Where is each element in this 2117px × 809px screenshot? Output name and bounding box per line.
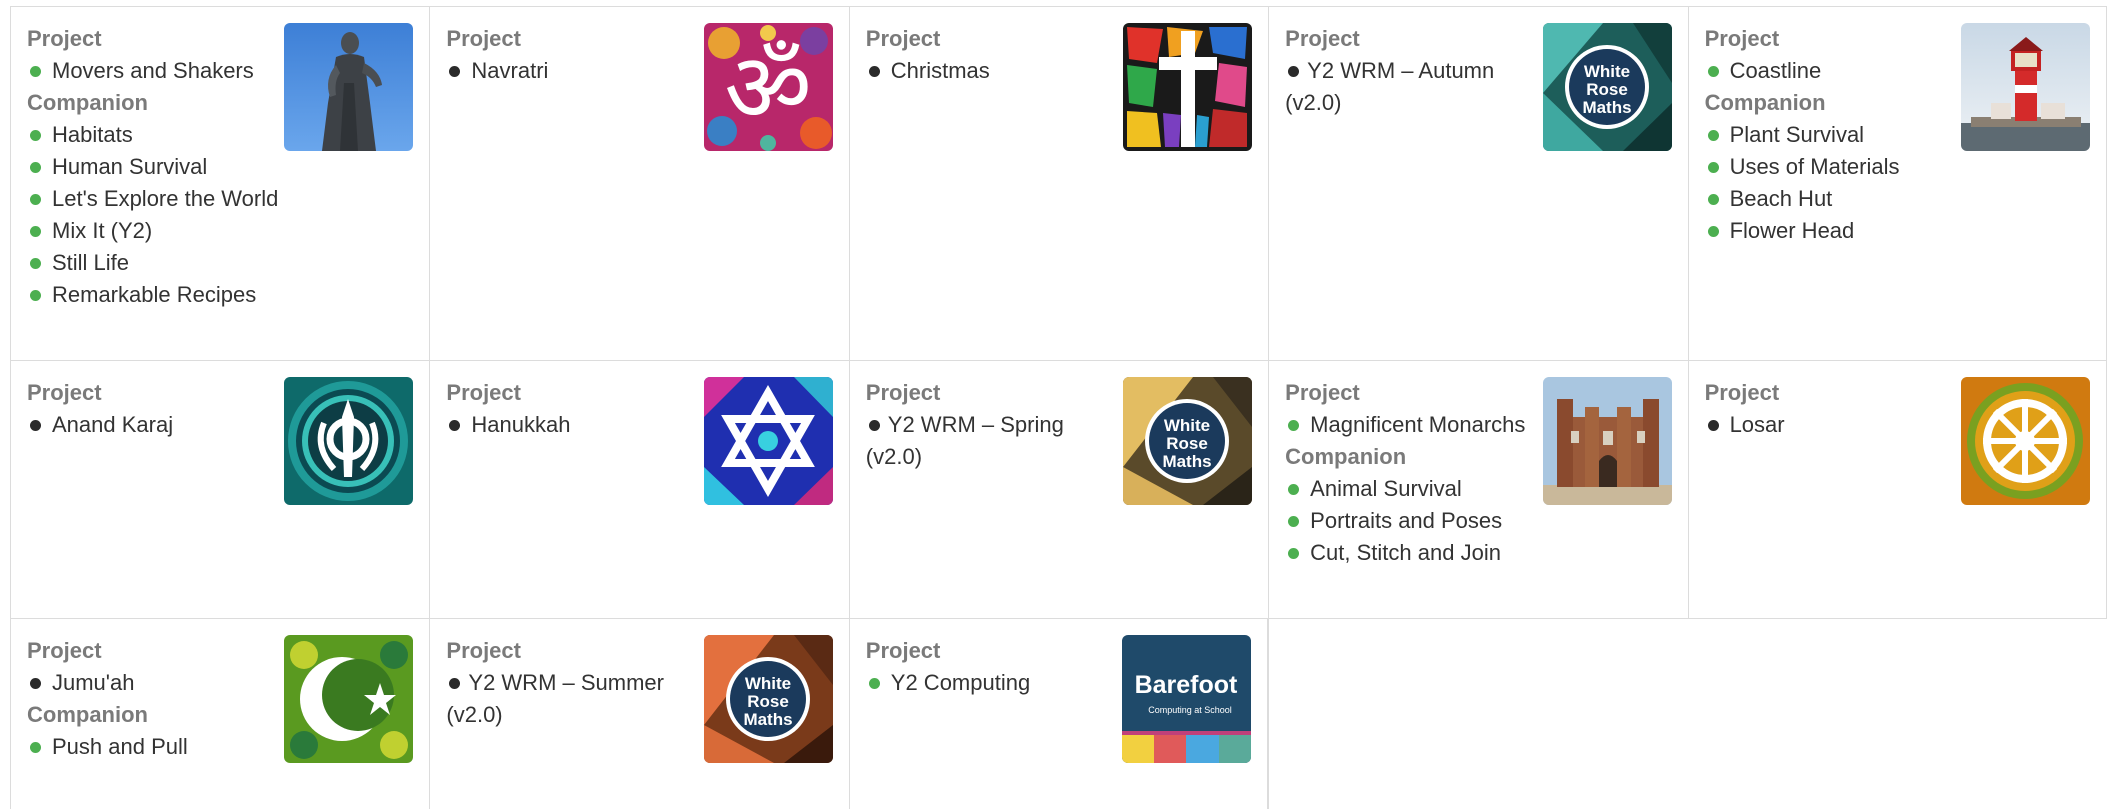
project-heading: Project [27,26,102,51]
status-dot [1288,420,1300,431]
status-dot [1707,130,1719,141]
companion-heading: Companion [27,702,148,727]
project-item[interactable]: Y2 Computing [866,667,1251,699]
status-dot [30,66,41,77]
project-heading: Project [27,638,102,663]
project-heading: Project [1285,380,1360,405]
companion-heading: Companion [1704,90,1826,115]
project-item[interactable]: Navratri [446,55,832,87]
companion-item[interactable]: Portraits and Poses [1285,505,1671,537]
status-dot [30,194,41,205]
status-dot [30,742,41,753]
companion-item[interactable]: Human Survival [27,151,413,183]
status-dot [30,162,41,173]
project-item[interactable]: Movers and Shakers [27,55,413,87]
status-dot [1288,66,1300,77]
project-heading: Project [865,26,941,51]
project-heading: Project [446,638,521,663]
grid-cell-anand-karaj[interactable]: Project Anand Karaj [10,361,430,619]
companion-item[interactable]: Animal Survival [1285,473,1671,505]
project-item[interactable]: Magnificent Monarchs [1285,409,1671,441]
empty-cell [1688,619,2107,809]
companion-item[interactable]: Cut, Stitch and Join [1285,537,1671,569]
project-heading: Project [1285,26,1360,51]
project-item[interactable]: Coastline [1705,55,2090,87]
project-item[interactable]: Anand Karaj [27,409,413,441]
project-item[interactable]: Y2 WRM – Autumn (v2.0) [1285,55,1521,119]
grid-cell-coastline[interactable]: Project Coastline Companion Plant Surviv… [1687,7,2107,361]
status-dot [30,678,41,689]
companion-heading: Companion [1285,444,1407,469]
companion-item[interactable]: Flower Head [1705,215,2090,247]
status-dot [449,420,461,431]
grid-cell-hanukkah[interactable]: Project Hanukkah [429,361,849,619]
cell-content: Project Movers and Shakers Companion Hab… [27,23,413,311]
status-dot [30,420,41,431]
project-item[interactable]: Christmas [866,55,1252,87]
grid-cell-christmas[interactable]: Project Christmas [848,7,1269,361]
project-item[interactable]: Hanukkah [446,409,832,441]
status-dot [1288,484,1300,495]
companion-item[interactable]: Uses of Materials [1705,151,2090,183]
grid-cell-movers-and-shakers[interactable]: Project Movers and Shakers Companion Hab… [10,7,430,361]
project-item[interactable]: Y2 WRM – Summer (v2.0) [446,667,682,731]
status-dot [1707,66,1719,77]
status-dot [1288,548,1300,559]
project-heading: Project [1704,380,1780,405]
status-dot [30,130,41,141]
companion-item[interactable]: Still Life [27,247,413,279]
companion-item[interactable]: Habitats [27,119,413,151]
project-heading: Project [27,380,102,405]
grid-cell-wrm-summer[interactable]: Project Y2 WRM – Summer (v2.0) White Ros… [429,619,848,809]
status-dot [1707,194,1719,205]
status-dot [449,678,461,689]
status-dot [868,678,880,689]
grid-cell-y2-computing[interactable]: Project Y2 Computing Barefoot Computing … [848,619,1269,809]
status-dot [30,226,41,237]
companion-item[interactable]: Remarkable Recipes [27,279,413,311]
status-dot [868,420,880,431]
companion-item[interactable]: Let's Explore the World [27,183,413,215]
companion-item[interactable]: Plant Survival [1705,119,2090,151]
svg-text:Computing at School: Computing at School [1148,705,1232,715]
grid-cell-navratri[interactable]: Project Navratri ॐ [429,7,849,361]
project-heading: Project [865,638,941,663]
status-dot [1707,226,1719,237]
companion-item[interactable]: Beach Hut [1705,183,2090,215]
project-item[interactable]: Y2 WRM – Spring (v2.0) [866,409,1102,473]
status-dot [30,290,41,301]
companion-item[interactable]: Mix It (Y2) [27,215,413,247]
project-heading: Project [865,380,941,405]
status-dot [1288,516,1300,527]
grid-cell-magnificent-monarchs[interactable]: Project Magnificent Monarchs Companion A… [1268,361,1688,619]
status-dot [30,258,41,269]
status-dot [1707,162,1719,173]
project-item[interactable]: Jumu'ah [27,667,413,699]
empty-cell [1268,619,1687,809]
project-heading: Project [446,380,521,405]
grid-cell-wrm-autumn[interactable]: Project Y2 WRM – Autumn (v2.0) White Ros… [1268,7,1688,361]
project-item[interactable]: Losar [1705,409,2090,441]
project-heading: Project [1704,26,1780,51]
grid-cell-wrm-spring[interactable]: Project Y2 WRM – Spring (v2.0) White Ros… [848,361,1269,619]
companion-item[interactable]: Push and Pull [27,731,413,763]
companion-heading: Companion [27,90,148,115]
grid-cell-losar[interactable]: Project Losar [1687,361,2107,619]
status-dot [868,66,880,77]
curriculum-grid: Project Movers and Shakers Companion Hab… [10,6,2107,809]
grid-cell-jumuah[interactable]: Project Jumu'ah Companion Push and Pull [10,619,429,809]
project-heading: Project [446,26,521,51]
status-dot [1707,420,1719,431]
status-dot [449,66,461,77]
